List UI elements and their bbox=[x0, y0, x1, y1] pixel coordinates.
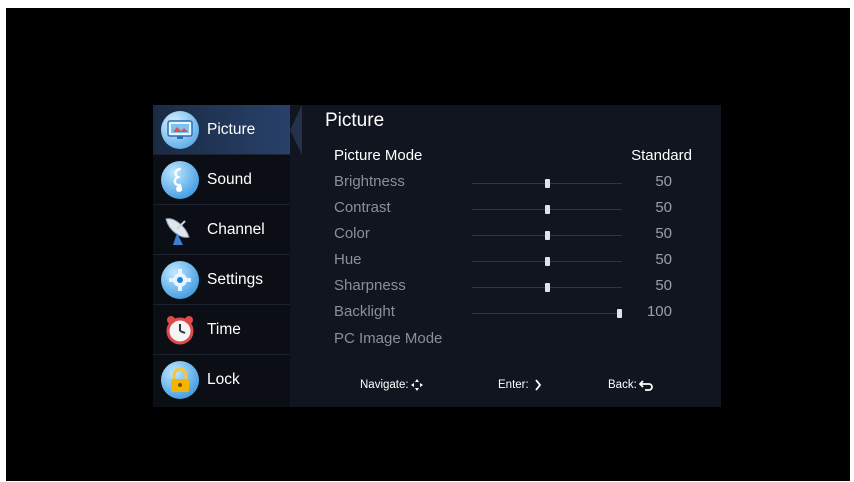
navigate-hint-label: Navigate: bbox=[360, 379, 409, 391]
back-hint: Back: bbox=[608, 379, 653, 391]
picture-settings-content: Picture Picture Mode Standard Brightness… bbox=[290, 105, 721, 407]
enter-hint-label: Enter: bbox=[498, 379, 529, 391]
setting-label: Hue bbox=[334, 251, 362, 268]
tv-screen: Picture Sound Channel Settings Time Lock… bbox=[6, 8, 850, 481]
sidebar-item-channel[interactable]: Channel bbox=[153, 205, 290, 255]
setting-value: 50 bbox=[655, 251, 672, 268]
setting-label: Sharpness bbox=[334, 277, 406, 294]
setting-label: Color bbox=[334, 225, 370, 242]
sidebar-item-time[interactable]: Time bbox=[153, 305, 290, 355]
brightness-slider[interactable] bbox=[472, 179, 622, 188]
sidebar-item-label: Lock bbox=[207, 371, 240, 388]
alarm-clock-icon bbox=[161, 311, 199, 349]
sidebar-item-label: Settings bbox=[207, 270, 264, 288]
music-note-icon bbox=[161, 160, 199, 199]
picture-mode-row[interactable]: Picture Mode Standard bbox=[334, 144, 694, 170]
setting-value: 50 bbox=[655, 173, 672, 190]
sharpness-row[interactable]: Sharpness 50 bbox=[334, 274, 694, 300]
sidebar-item-lock[interactable]: Lock bbox=[153, 355, 290, 405]
brightness-row[interactable]: Brightness 50 bbox=[334, 170, 694, 196]
menu-sidebar: Picture Sound Channel Settings Time Lock bbox=[153, 105, 290, 407]
dpad-icon bbox=[410, 379, 423, 391]
setting-value: 50 bbox=[655, 277, 672, 294]
setting-label: Brightness bbox=[334, 173, 405, 190]
back-hint-label: Back: bbox=[608, 379, 637, 391]
footer-hints: Navigate: Enter: Back: bbox=[290, 377, 721, 401]
setting-label: Backlight bbox=[334, 303, 395, 320]
sidebar-item-label: Picture bbox=[207, 120, 256, 138]
picture-mode-value: Standard bbox=[631, 147, 692, 164]
slider-knob[interactable] bbox=[544, 205, 550, 214]
sidebar-item-settings[interactable]: Settings bbox=[153, 255, 290, 305]
slider-knob[interactable] bbox=[544, 231, 550, 240]
pc-image-mode-label: PC Image Mode bbox=[334, 330, 443, 347]
picture-mode-label: Picture Mode bbox=[334, 147, 423, 164]
color-slider[interactable] bbox=[472, 231, 622, 240]
slider-knob[interactable] bbox=[544, 179, 550, 188]
sidebar-item-sound[interactable]: Sound bbox=[153, 155, 290, 205]
pc-image-mode-row[interactable]: PC Image Mode bbox=[334, 327, 694, 353]
slider-knob[interactable] bbox=[544, 283, 550, 292]
slider-knob[interactable] bbox=[617, 309, 622, 318]
sidebar-item-label: Sound bbox=[207, 170, 252, 188]
satellite-dish-icon bbox=[161, 211, 199, 249]
return-arrow-icon bbox=[638, 380, 653, 391]
hue-slider[interactable] bbox=[472, 257, 622, 266]
setting-value: 50 bbox=[655, 225, 672, 242]
sidebar-item-picture[interactable]: Picture bbox=[153, 105, 290, 155]
settings-menu-panel: Picture Sound Channel Settings Time Lock… bbox=[153, 105, 721, 407]
setting-value: 50 bbox=[655, 199, 672, 216]
enter-hint: Enter: bbox=[498, 379, 542, 391]
sharpness-slider[interactable] bbox=[472, 283, 622, 292]
slider-knob[interactable] bbox=[544, 257, 550, 266]
contrast-slider[interactable] bbox=[472, 205, 622, 214]
setting-value: 100 bbox=[646, 303, 672, 320]
sidebar-item-label: Channel bbox=[207, 220, 265, 238]
contrast-row[interactable]: Contrast 50 bbox=[334, 196, 694, 222]
sidebar-item-label: Time bbox=[207, 320, 241, 338]
picture-icon bbox=[161, 110, 199, 149]
page-title: Picture bbox=[325, 110, 385, 131]
setting-label: Contrast bbox=[334, 199, 391, 216]
gear-icon bbox=[161, 260, 199, 299]
navigate-hint: Navigate: bbox=[360, 379, 423, 391]
color-row[interactable]: Color 50 bbox=[334, 222, 694, 248]
right-arrow-icon bbox=[534, 379, 541, 391]
hue-row[interactable]: Hue 50 bbox=[334, 248, 694, 274]
padlock-icon bbox=[161, 361, 199, 399]
backlight-slider[interactable] bbox=[472, 309, 622, 318]
backlight-row[interactable]: Backlight 100 bbox=[334, 300, 694, 326]
